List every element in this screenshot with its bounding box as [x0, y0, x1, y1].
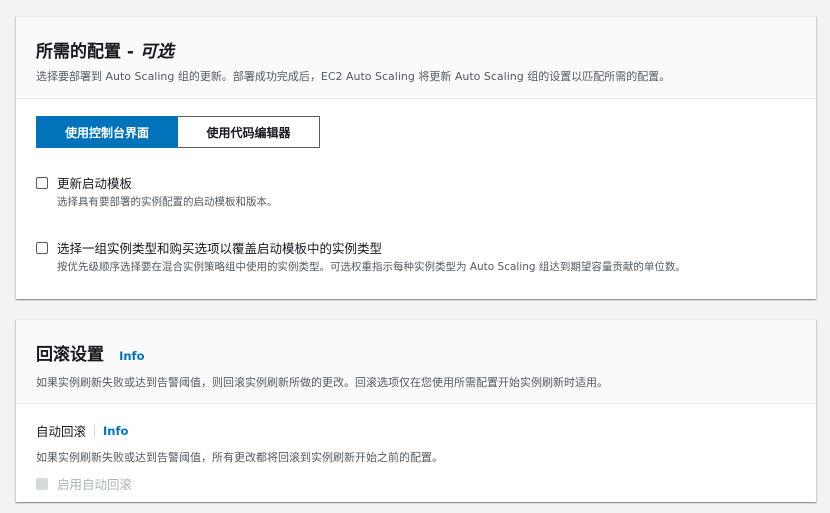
auto-rollback-description: 如果实例刷新失败或达到告警阈值，所有更改都将回滚到实例刷新开始之前的配置。	[36, 451, 443, 464]
auto-rollback-section: 自动回滚 Info 如果实例刷新失败或达到告警阈值，所有更改都将回滚到实例刷新开…	[36, 421, 443, 493]
use-console-button[interactable]: 使用控制台界面	[36, 116, 178, 148]
desired-config-optional-text: 可选	[139, 42, 174, 62]
use-code-editor-button[interactable]: 使用代码编辑器	[178, 116, 320, 148]
enable-auto-rollback-label: 启用自动回滚	[57, 477, 133, 492]
editor-mode-segmented-control: 使用控制台界面 使用代码编辑器	[36, 116, 320, 148]
enable-auto-rollback-checkbox[interactable]	[36, 477, 48, 490]
update-launch-template-description: 选择具有要部署的实例配置的启动模板和版本。	[57, 196, 278, 208]
rollback-info-link[interactable]: Info	[119, 349, 144, 363]
rollback-title: 回滚设置	[36, 345, 104, 365]
desired-config-title: 所需的配置 - 可选	[36, 37, 174, 62]
desired-config-panel: 所需的配置 - 可选 选择要部署到 Auto Scaling 组的更新。部署成功…	[16, 16, 816, 299]
override-instance-types-label[interactable]: 选择一组实例类型和购买选项以覆盖启动模板中的实例类型	[57, 240, 686, 257]
update-launch-template-option: 更新启动模板 选择具有要部署的实例配置的启动模板和版本。	[36, 175, 278, 209]
divider	[94, 423, 96, 438]
desired-config-description: 选择要部署到 Auto Scaling 组的更新。部署成功完成后，EC2 Aut…	[36, 70, 671, 83]
enable-auto-rollback-option: 启用自动回滚	[36, 474, 443, 493]
rollback-header: 回滚设置 Info 如果实例刷新失败或达到告警阈值，则回滚实例刷新所做的更改。回…	[16, 320, 816, 404]
override-instance-types-checkbox[interactable]	[36, 242, 48, 254]
update-launch-template-label[interactable]: 更新启动模板	[57, 175, 278, 192]
update-launch-template-checkbox[interactable]	[36, 177, 48, 189]
rollback-settings-panel: 回滚设置 Info 如果实例刷新失败或达到告警阈值，则回滚实例刷新所做的更改。回…	[16, 319, 816, 502]
rollback-description: 如果实例刷新失败或达到告警阈值，则回滚实例刷新所做的更改。回滚选项仅在您使用所需…	[36, 376, 608, 389]
auto-rollback-info-link[interactable]: Info	[103, 424, 128, 438]
auto-rollback-label: 自动回滚	[36, 424, 87, 439]
override-instance-types-option: 选择一组实例类型和购买选项以覆盖启动模板中的实例类型 按优先级顺序选择要在混合实…	[36, 240, 686, 274]
desired-config-header: 所需的配置 - 可选 选择要部署到 Auto Scaling 组的更新。部署成功…	[16, 17, 816, 99]
override-instance-types-description: 按优先级顺序选择要在混合实例策略组中使用的实例类型。可选权重指示每种实例类型为 …	[57, 261, 686, 273]
desired-config-title-text: 所需的配置 -	[36, 42, 134, 62]
